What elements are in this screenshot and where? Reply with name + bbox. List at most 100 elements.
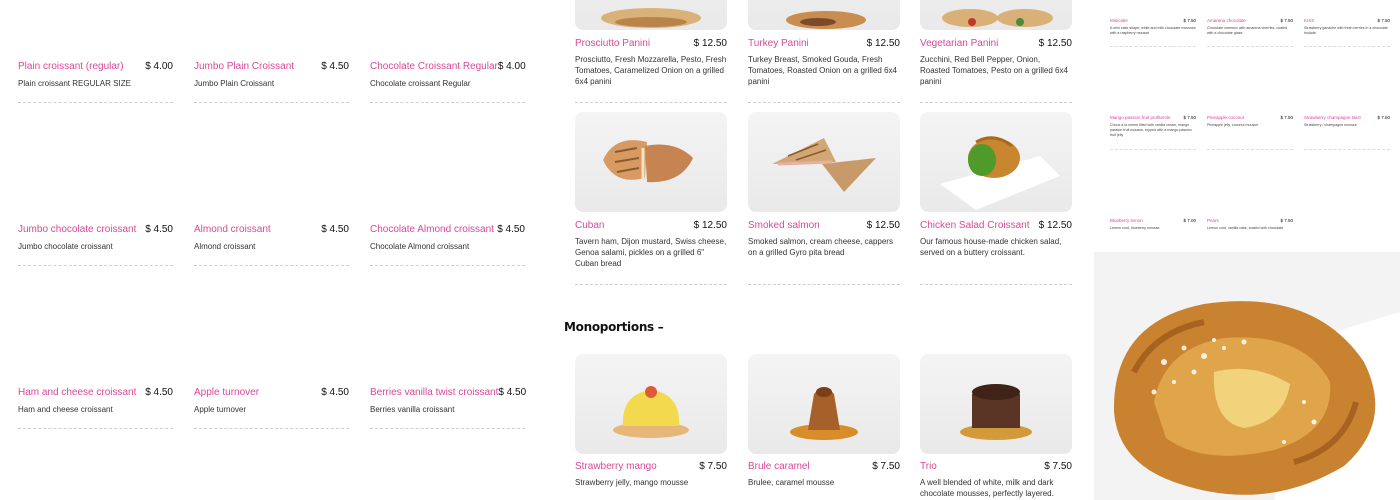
menu-item[interactable]: Pears $ 7.50 Lemon curd, vanilla cake, co… [1207,218,1293,231]
divider [920,102,1072,103]
item-description: Jumbo chocolate croissant [18,242,113,251]
brule-caramel-photo[interactable] [748,354,900,454]
item-description: Lemon curd, vanilla cake, coated with ch… [1207,226,1284,230]
item-price: $ 7.50 [1377,18,1390,23]
menu-item[interactable]: Jumbo chocolate croissant $ 4.50 Jumbo ch… [18,224,173,266]
menu-item[interactable]: Smoked salmon $ 12.50 Smoked salmon, crea… [748,220,900,285]
item-description: Turkey Breast, Smoked Gouda, Fresh Tomat… [748,55,897,86]
divider [920,284,1072,285]
item-price: $ 12.50 [866,38,900,49]
item-name: Strawberry mango [575,461,657,472]
divider [748,284,900,285]
item-description: Chocolate croissant Regular [370,79,471,88]
menu-item[interactable]: Blueberry lemon $ 7.00 Lemon curd, bluebe… [1110,218,1196,231]
menu-item[interactable]: Cuban $ 12.50 Tavern ham, Dijon mustard, … [575,220,727,285]
menu-item[interactable]: Pineapple coconut $ 7.50 Pineapple jelly,… [1207,115,1293,150]
item-description: A mini cake shape; white and milk chocol… [1110,26,1196,35]
item-price: $ 7.50 [1044,461,1072,472]
trio-photo[interactable] [920,354,1072,454]
pastry-feature-photo[interactable] [1094,252,1400,500]
menu-item[interactable]: Vegetarian Panini $ 12.50 Zucchini, Red B… [920,38,1072,103]
divider [18,102,173,103]
menu-item[interactable]: Amarena chocolate $ 7.50 Chocolate cremeu… [1207,18,1293,47]
divider [1207,149,1293,150]
divider [1304,46,1390,47]
smoked-salmon-photo[interactable] [748,112,900,212]
item-name: Chocolate Almond croissant [370,224,494,235]
item-name: Almond croissant [194,224,271,235]
item-price: $ 12.50 [1038,220,1072,231]
item-description: Almond croissant [194,242,256,251]
item-name: KISS [1304,18,1315,23]
item-name: Turkey Panini [748,38,809,49]
item-name: Pears [1207,218,1219,223]
menu-item[interactable]: Chocolate Croissant Regular $ 4.00 Chocol… [370,61,526,103]
menu-item[interactable]: Strawberry champagne twist $ 7.50 Strawbe… [1304,115,1390,150]
prosciutto-panini-photo[interactable] [575,0,727,30]
menu-item[interactable]: Mango passion fruit profiterole $ 7.50 Ch… [1110,115,1196,150]
item-name: Vegetarian Panini [920,38,999,49]
item-description: Pineapple jelly, coconut mousse [1207,123,1259,127]
item-price: $ 7.50 [699,461,727,472]
item-name: Minicake [1110,18,1128,23]
divider [370,265,525,266]
item-name: Trio [920,461,937,472]
menu-item[interactable]: KISS $ 7.50 Strawberry ganache with fresh… [1304,18,1390,47]
item-description: Strawberry ganache with fresh berries in… [1304,26,1388,35]
item-description: Jumbo Plain Croissant [194,79,275,88]
item-price: $ 4.50 [497,224,525,235]
menu-item[interactable]: Chicken Salad Croissant $ 12.50 Our famou… [920,220,1072,285]
turkey-panini-photo[interactable] [748,0,900,30]
item-name: Brule caramel [748,461,810,472]
menu-item[interactable]: Brule caramel $ 7.50 Brulee, caramel mous… [748,461,900,488]
menu-item[interactable]: Strawberry mango $ 7.50 Strawberry jelly,… [575,461,727,488]
menu-item[interactable]: Apple turnover $ 4.50 Apple turnover [194,387,349,429]
menu-item[interactable]: Almond croissant $ 4.50 Almond croissant [194,224,349,266]
strawberry-mango-photo[interactable] [575,354,727,454]
menu-item[interactable]: Turkey Panini $ 12.50 Turkey Breast, Smok… [748,38,900,103]
item-description: Tavern ham, Dijon mustard, Swiss cheese,… [575,237,727,268]
item-price: $ 4.50 [321,387,349,398]
item-name: Prosciutto Panini [575,38,651,49]
item-description: Chocolate cremeux with amarena cherries,… [1207,26,1288,35]
divider [194,102,349,103]
menu-item[interactable]: Plain croissant (regular) $ 4.00 Plain cr… [18,61,173,103]
item-description: Apple turnover [194,405,247,414]
section-title-monoportions: Monoportions – [564,320,664,334]
item-name: Apple turnover [194,387,260,398]
menu-item[interactable]: Chocolate Almond croissant $ 4.50 Chocola… [370,224,525,266]
item-name: Jumbo Plain Croissant [194,61,295,72]
item-description: Ham and cheese croissant [18,405,113,414]
item-name: Strawberry champagne twist [1304,115,1361,120]
cuban-photo[interactable] [575,112,727,212]
menu-item[interactable]: Minicake $ 7.50 A mini cake shape; white … [1110,18,1196,47]
menu-item[interactable]: Ham and cheese croissant $ 4.50 Ham and c… [18,387,173,429]
menu-item[interactable]: Prosciutto Panini $ 12.50 Prosciutto, Fre… [575,38,727,103]
chicken-salad-croissant-photo[interactable] [920,112,1072,212]
divider [1110,46,1196,47]
item-description: Berries vanilla croissant [370,405,455,414]
menu-item[interactable]: Berries vanilla twist croissant $ 4.50 Be… [370,387,526,429]
item-price: $ 12.50 [1038,38,1072,49]
item-price: $ 7.50 [1280,115,1293,120]
divider [575,102,727,103]
item-price: $ 7.50 [1377,115,1390,120]
item-name: Chocolate Croissant Regular [370,61,498,72]
item-description: Choux a la creme filled with vanilla cre… [1110,123,1192,137]
item-price: $ 12.50 [693,38,727,49]
item-price: $ 12.50 [693,220,727,231]
item-description: Zucchini, Red Bell Pepper, Onion, Roaste… [920,55,1068,86]
item-price: $ 4.50 [145,224,173,235]
vegetarian-panini-photo[interactable] [920,0,1072,30]
menu-item[interactable]: Trio $ 7.50 A well blended of white, milk… [920,461,1072,499]
item-name: Blueberry lemon [1110,218,1143,223]
item-price: $ 7.00 [1183,218,1196,223]
divider [18,428,173,429]
menu-item[interactable]: Jumbo Plain Croissant $ 4.50 Jumbo Plain … [194,61,349,103]
item-description: Plain croissant REGULAR SIZE [18,79,131,88]
item-description: Our famous house-made chicken salad, ser… [920,237,1062,257]
item-price: $ 7.50 [1280,218,1293,223]
item-price: $ 4.50 [321,61,349,72]
divider [194,428,349,429]
item-description: Smoked salmon, cream cheese, cappers on … [748,237,893,257]
